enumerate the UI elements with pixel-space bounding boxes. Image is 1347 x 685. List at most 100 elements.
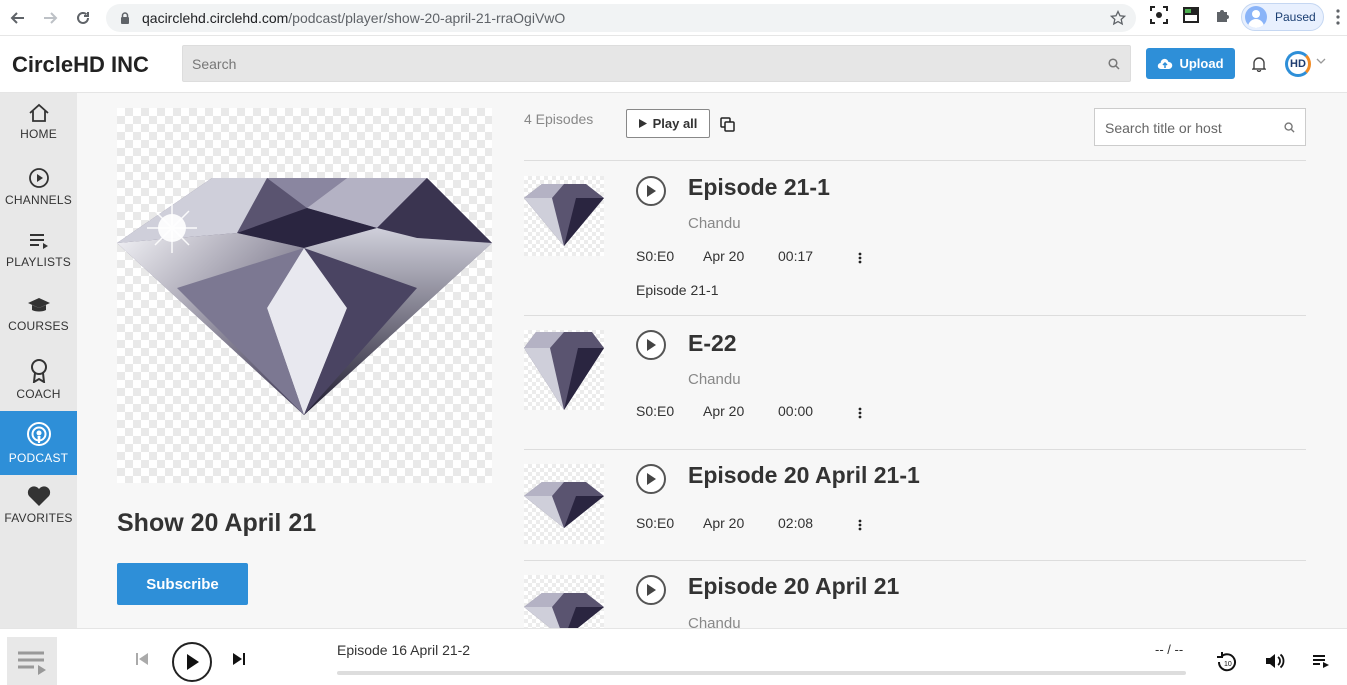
play-circle-icon xyxy=(28,168,49,188)
graduation-cap-icon xyxy=(27,298,50,312)
brand-name[interactable]: CircleHD INC xyxy=(12,52,149,78)
episode-play-button[interactable] xyxy=(636,575,666,605)
browser-toolbar: qacirclehd.circlehd.com/podcast/player/s… xyxy=(0,0,1347,36)
playlist-queue-icon[interactable] xyxy=(1313,654,1329,668)
episode-meta: S0:E0 Apr 20 00:00 xyxy=(636,403,813,419)
play-icon xyxy=(187,654,199,670)
queue-icon xyxy=(18,651,46,675)
bell-icon[interactable] xyxy=(1252,56,1266,72)
reload-icon[interactable] xyxy=(67,2,99,34)
sidebar: HOME CHANNELS PLAYLISTS COURSES COACH PO… xyxy=(0,93,77,628)
address-bar[interactable]: qacirclehd.circlehd.com/podcast/player/s… xyxy=(106,4,1136,32)
search-icon xyxy=(1284,122,1295,133)
play-all-label: Play all xyxy=(652,116,698,131)
more-options-icon[interactable] xyxy=(858,252,862,264)
avatar xyxy=(1245,6,1267,28)
episode-host: Chandu xyxy=(688,371,741,388)
chevron-down-icon[interactable] xyxy=(1316,58,1326,64)
episode-item[interactable]: Episode 21-1 Chandu S0:E0 Apr 20 00:17 E… xyxy=(524,160,1306,315)
sidebar-item-label: HOME xyxy=(20,127,57,141)
sidebar-item-favorites[interactable]: FAVORITES xyxy=(0,475,77,539)
episode-host: Chandu xyxy=(688,215,741,232)
episode-search-input[interactable]: Search title or host xyxy=(1094,108,1306,146)
play-icon xyxy=(647,185,656,197)
subscribe-button[interactable]: Subscribe xyxy=(117,563,248,605)
play-icon xyxy=(647,584,656,596)
episode-thumbnail xyxy=(524,575,604,628)
episode-play-button[interactable] xyxy=(636,176,666,206)
app-header: CircleHD INC Search Upload HD xyxy=(0,36,1347,93)
svg-text:10: 10 xyxy=(1224,661,1232,668)
main-play-button[interactable] xyxy=(172,642,212,682)
episode-item[interactable]: E-22 Chandu S0:E0 Apr 20 00:00 xyxy=(524,315,1306,449)
global-search-placeholder: Search xyxy=(192,56,237,72)
volume-icon[interactable] xyxy=(1265,652,1285,670)
sidebar-item-label: COACH xyxy=(16,387,61,401)
episode-season: S0:E0 xyxy=(636,403,675,419)
play-icon xyxy=(647,473,656,485)
episode-thumbnail xyxy=(524,330,604,410)
sidebar-item-label: FAVORITES xyxy=(4,511,73,525)
episode-host: Chandu xyxy=(688,615,741,628)
extensions-puzzle-icon[interactable] xyxy=(1214,6,1232,24)
episode-item[interactable]: Episode 20 April 21-1 S0:E0 Apr 20 02:08 xyxy=(524,449,1306,560)
profile-button[interactable]: Paused xyxy=(1241,3,1324,31)
episode-description: Episode 21-1 xyxy=(636,282,719,298)
progress-bar[interactable] xyxy=(337,671,1186,675)
screenshot-extension-icon[interactable] xyxy=(1150,6,1168,24)
podcast-icon xyxy=(26,422,51,446)
url-path: /podcast/player/show-20-april-21-rraOgiV… xyxy=(288,10,566,26)
user-menu-logo[interactable]: HD xyxy=(1285,51,1311,77)
profile-status: Paused xyxy=(1275,10,1316,24)
episode-search-placeholder: Search title or host xyxy=(1105,120,1222,136)
heart-icon xyxy=(27,486,50,506)
upload-label: Upload xyxy=(1179,56,1224,71)
skip-previous-icon[interactable] xyxy=(135,653,149,665)
copy-icon[interactable] xyxy=(720,117,735,132)
episode-thumbnail xyxy=(524,176,604,256)
playlist-icon xyxy=(29,234,48,249)
back-icon[interactable] xyxy=(2,2,34,34)
episode-title[interactable]: Episode 20 April 21 xyxy=(688,573,899,600)
episode-title[interactable]: Episode 20 April 21-1 xyxy=(688,462,920,489)
sidebar-item-podcast[interactable]: PODCAST xyxy=(0,411,77,475)
sidebar-item-channels[interactable]: CHANNELS xyxy=(0,157,77,221)
episode-duration: 00:17 xyxy=(778,248,814,264)
forward-icon[interactable] xyxy=(34,2,66,34)
global-search-input[interactable]: Search xyxy=(182,45,1131,82)
episode-count: 4 Episodes xyxy=(524,111,594,127)
bookmark-star-icon[interactable] xyxy=(1110,10,1126,26)
skip-next-icon[interactable] xyxy=(232,653,246,665)
more-options-icon[interactable] xyxy=(858,407,862,419)
rewind-10-icon[interactable]: 10 xyxy=(1216,651,1238,673)
search-icon xyxy=(1108,58,1120,70)
home-icon xyxy=(28,103,49,122)
episode-date: Apr 20 xyxy=(703,403,745,419)
url-host: qacirclehd.circlehd.com xyxy=(142,10,289,26)
cloud-upload-icon xyxy=(1158,58,1173,69)
episode-play-button[interactable] xyxy=(636,464,666,494)
episode-item[interactable]: Episode 20 April 21 Chandu xyxy=(524,560,1306,628)
episode-play-button[interactable] xyxy=(636,330,666,360)
lock-icon xyxy=(121,12,129,24)
audio-player-bar: Episode 16 April 21-2 -- / -- 10 xyxy=(0,628,1347,685)
show-title: Show 20 April 21 xyxy=(117,509,317,537)
sidebar-item-courses[interactable]: COURSES xyxy=(0,285,77,349)
queue-thumbnail[interactable] xyxy=(7,637,57,685)
episode-meta: S0:E0 Apr 20 00:17 xyxy=(636,248,813,264)
episode-date: Apr 20 xyxy=(703,515,745,531)
upload-button[interactable]: Upload xyxy=(1146,48,1235,79)
episode-title[interactable]: E-22 xyxy=(688,330,737,357)
sidebar-item-home[interactable]: HOME xyxy=(0,93,77,157)
sidebar-item-label: CHANNELS xyxy=(5,193,72,207)
show-cover-image xyxy=(117,108,492,483)
play-icon xyxy=(638,119,647,128)
play-all-button[interactable]: Play all xyxy=(626,109,710,138)
browser-menu-icon[interactable] xyxy=(1336,9,1340,25)
sidebar-item-coach[interactable]: COACH xyxy=(0,349,77,413)
more-options-icon[interactable] xyxy=(858,519,862,531)
news-extension-icon[interactable] xyxy=(1182,6,1200,24)
episode-title[interactable]: Episode 21-1 xyxy=(688,174,830,201)
episode-meta: S0:E0 Apr 20 02:08 xyxy=(636,515,813,531)
sidebar-item-playlists[interactable]: PLAYLISTS xyxy=(0,221,77,285)
